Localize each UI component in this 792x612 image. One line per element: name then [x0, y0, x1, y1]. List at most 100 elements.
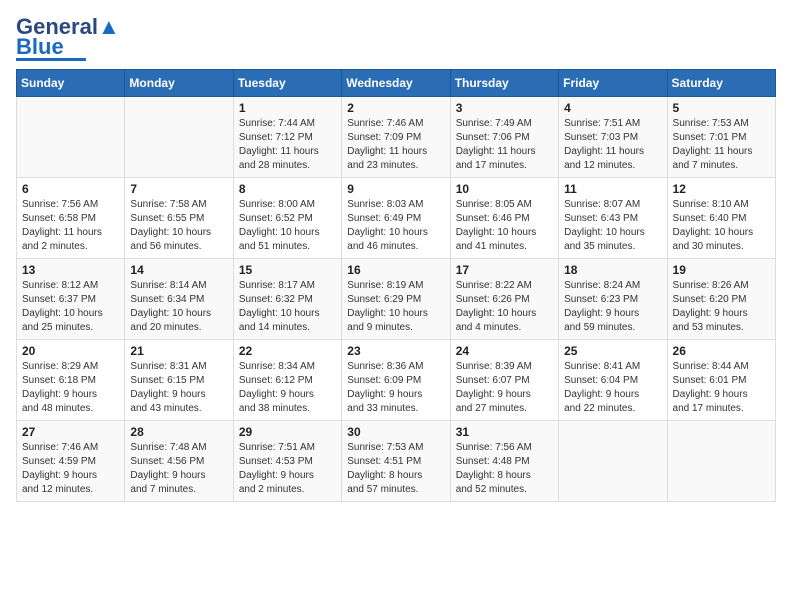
- day-info: Sunrise: 8:17 AM Sunset: 6:32 PM Dayligh…: [239, 279, 336, 335]
- calendar-cell: 25 Sunrise: 8:41 AM Sunset: 6:04 PM Dayli…: [559, 339, 667, 420]
- day-info: Sunrise: 7:56 AM Sunset: 6:58 PM Dayligh…: [22, 198, 119, 254]
- day-number: 15: [239, 263, 336, 277]
- day-number: 18: [564, 263, 661, 277]
- calendar-cell: 6 Sunrise: 7:56 AM Sunset: 6:58 PM Daylig…: [17, 177, 125, 258]
- day-info: Sunrise: 8:19 AM Sunset: 6:29 PM Dayligh…: [347, 279, 444, 335]
- day-info: Sunrise: 7:53 AM Sunset: 7:01 PM Dayligh…: [673, 117, 770, 173]
- calendar-cell: 12 Sunrise: 8:10 AM Sunset: 6:40 PM Dayli…: [667, 177, 775, 258]
- day-info: Sunrise: 8:44 AM Sunset: 6:01 PM Dayligh…: [673, 360, 770, 416]
- day-number: 25: [564, 344, 661, 358]
- day-info: Sunrise: 8:34 AM Sunset: 6:12 PM Dayligh…: [239, 360, 336, 416]
- header-day: Saturday: [667, 69, 775, 96]
- calendar-cell: 8Sunrise: 8:00 AM Sunset: 6:52 PM Daylig…: [233, 177, 341, 258]
- day-info: Sunrise: 8:10 AM Sunset: 6:40 PM Dayligh…: [673, 198, 770, 254]
- day-info: Sunrise: 8:14 AM Sunset: 6:34 PM Dayligh…: [130, 279, 227, 335]
- day-number: 30: [347, 425, 444, 439]
- calendar-cell: 9 Sunrise: 8:03 AM Sunset: 6:49 PM Daylig…: [342, 177, 450, 258]
- day-number: 3: [456, 101, 553, 115]
- day-info: Sunrise: 8:26 AM Sunset: 6:20 PM Dayligh…: [673, 279, 770, 335]
- page-header: General▲ Blue: [16, 16, 776, 61]
- day-info: Sunrise: 7:48 AM Sunset: 4:56 PM Dayligh…: [130, 441, 227, 497]
- calendar-cell: 1 Sunrise: 7:44 AM Sunset: 7:12 PM Daylig…: [233, 96, 341, 177]
- day-info: Sunrise: 7:46 AM Sunset: 4:59 PM Dayligh…: [22, 441, 119, 497]
- day-number: 28: [130, 425, 227, 439]
- calendar-week-row: 13Sunrise: 8:12 AM Sunset: 6:37 PM Dayli…: [17, 258, 776, 339]
- day-number: 14: [130, 263, 227, 277]
- calendar-cell: 17 Sunrise: 8:22 AM Sunset: 6:26 PM Dayli…: [450, 258, 558, 339]
- day-info: Sunrise: 7:58 AM Sunset: 6:55 PM Dayligh…: [130, 198, 227, 254]
- day-info: Sunrise: 8:00 AM Sunset: 6:52 PM Dayligh…: [239, 198, 336, 254]
- day-number: 7: [130, 182, 227, 196]
- calendar-cell: 30 Sunrise: 7:53 AM Sunset: 4:51 PM Dayli…: [342, 420, 450, 501]
- calendar-cell: 23 Sunrise: 8:36 AM Sunset: 6:09 PM Dayli…: [342, 339, 450, 420]
- day-info: Sunrise: 7:49 AM Sunset: 7:06 PM Dayligh…: [456, 117, 553, 173]
- calendar-table: SundayMondayTuesdayWednesdayThursdayFrid…: [16, 69, 776, 502]
- day-number: 17: [456, 263, 553, 277]
- calendar-cell: 14 Sunrise: 8:14 AM Sunset: 6:34 PM Dayli…: [125, 258, 233, 339]
- calendar-cell: 21Sunrise: 8:31 AM Sunset: 6:15 PM Dayli…: [125, 339, 233, 420]
- day-number: 13: [22, 263, 119, 277]
- calendar-cell: 18 Sunrise: 8:24 AM Sunset: 6:23 PM Dayli…: [559, 258, 667, 339]
- calendar-cell: 16Sunrise: 8:19 AM Sunset: 6:29 PM Dayli…: [342, 258, 450, 339]
- day-number: 1: [239, 101, 336, 115]
- day-number: 31: [456, 425, 553, 439]
- calendar-cell: [17, 96, 125, 177]
- day-number: 23: [347, 344, 444, 358]
- day-info: Sunrise: 8:03 AM Sunset: 6:49 PM Dayligh…: [347, 198, 444, 254]
- day-number: 4: [564, 101, 661, 115]
- calendar-cell: 22 Sunrise: 8:34 AM Sunset: 6:12 PM Dayli…: [233, 339, 341, 420]
- header-day: Friday: [559, 69, 667, 96]
- day-number: 19: [673, 263, 770, 277]
- day-info: Sunrise: 8:41 AM Sunset: 6:04 PM Dayligh…: [564, 360, 661, 416]
- day-info: Sunrise: 8:36 AM Sunset: 6:09 PM Dayligh…: [347, 360, 444, 416]
- calendar-body: 1 Sunrise: 7:44 AM Sunset: 7:12 PM Daylig…: [17, 96, 776, 501]
- calendar-cell: 2Sunrise: 7:46 AM Sunset: 7:09 PM Daylig…: [342, 96, 450, 177]
- logo-divider: [16, 58, 86, 61]
- day-number: 29: [239, 425, 336, 439]
- day-info: Sunrise: 8:31 AM Sunset: 6:15 PM Dayligh…: [130, 360, 227, 416]
- day-info: Sunrise: 7:53 AM Sunset: 4:51 PM Dayligh…: [347, 441, 444, 497]
- calendar-header: SundayMondayTuesdayWednesdayThursdayFrid…: [17, 69, 776, 96]
- header-day: Wednesday: [342, 69, 450, 96]
- calendar-cell: 11 Sunrise: 8:07 AM Sunset: 6:43 PM Dayli…: [559, 177, 667, 258]
- calendar-cell: 15 Sunrise: 8:17 AM Sunset: 6:32 PM Dayli…: [233, 258, 341, 339]
- day-number: 20: [22, 344, 119, 358]
- calendar-week-row: 1 Sunrise: 7:44 AM Sunset: 7:12 PM Daylig…: [17, 96, 776, 177]
- logo: General▲ Blue: [16, 16, 120, 61]
- calendar-cell: 3 Sunrise: 7:49 AM Sunset: 7:06 PM Daylig…: [450, 96, 558, 177]
- day-info: Sunrise: 7:51 AM Sunset: 7:03 PM Dayligh…: [564, 117, 661, 173]
- header-day: Thursday: [450, 69, 558, 96]
- calendar-cell: 26 Sunrise: 8:44 AM Sunset: 6:01 PM Dayli…: [667, 339, 775, 420]
- day-number: 9: [347, 182, 444, 196]
- calendar-cell: 29 Sunrise: 7:51 AM Sunset: 4:53 PM Dayli…: [233, 420, 341, 501]
- calendar-cell: 13Sunrise: 8:12 AM Sunset: 6:37 PM Dayli…: [17, 258, 125, 339]
- day-info: Sunrise: 8:07 AM Sunset: 6:43 PM Dayligh…: [564, 198, 661, 254]
- day-number: 22: [239, 344, 336, 358]
- day-info: Sunrise: 7:51 AM Sunset: 4:53 PM Dayligh…: [239, 441, 336, 497]
- day-number: 26: [673, 344, 770, 358]
- day-info: Sunrise: 8:05 AM Sunset: 6:46 PM Dayligh…: [456, 198, 553, 254]
- calendar-cell: 10 Sunrise: 8:05 AM Sunset: 6:46 PM Dayli…: [450, 177, 558, 258]
- header-day: Sunday: [17, 69, 125, 96]
- day-number: 27: [22, 425, 119, 439]
- day-info: Sunrise: 7:44 AM Sunset: 7:12 PM Dayligh…: [239, 117, 336, 173]
- day-number: 12: [673, 182, 770, 196]
- calendar-cell: 4 Sunrise: 7:51 AM Sunset: 7:03 PM Daylig…: [559, 96, 667, 177]
- day-number: 5: [673, 101, 770, 115]
- day-info: Sunrise: 8:22 AM Sunset: 6:26 PM Dayligh…: [456, 279, 553, 335]
- calendar-cell: [559, 420, 667, 501]
- day-number: 24: [456, 344, 553, 358]
- day-info: Sunrise: 8:24 AM Sunset: 6:23 PM Dayligh…: [564, 279, 661, 335]
- calendar-cell: 24Sunrise: 8:39 AM Sunset: 6:07 PM Dayli…: [450, 339, 558, 420]
- calendar-cell: [667, 420, 775, 501]
- calendar-cell: 31Sunrise: 7:56 AM Sunset: 4:48 PM Dayli…: [450, 420, 558, 501]
- day-number: 10: [456, 182, 553, 196]
- calendar-cell: 20Sunrise: 8:29 AM Sunset: 6:18 PM Dayli…: [17, 339, 125, 420]
- logo-blue: Blue: [16, 38, 64, 56]
- day-number: 6: [22, 182, 119, 196]
- calendar-cell: [125, 96, 233, 177]
- day-number: 11: [564, 182, 661, 196]
- calendar-week-row: 27 Sunrise: 7:46 AM Sunset: 4:59 PM Dayli…: [17, 420, 776, 501]
- day-info: Sunrise: 7:46 AM Sunset: 7:09 PM Dayligh…: [347, 117, 444, 173]
- calendar-cell: 5 Sunrise: 7:53 AM Sunset: 7:01 PM Daylig…: [667, 96, 775, 177]
